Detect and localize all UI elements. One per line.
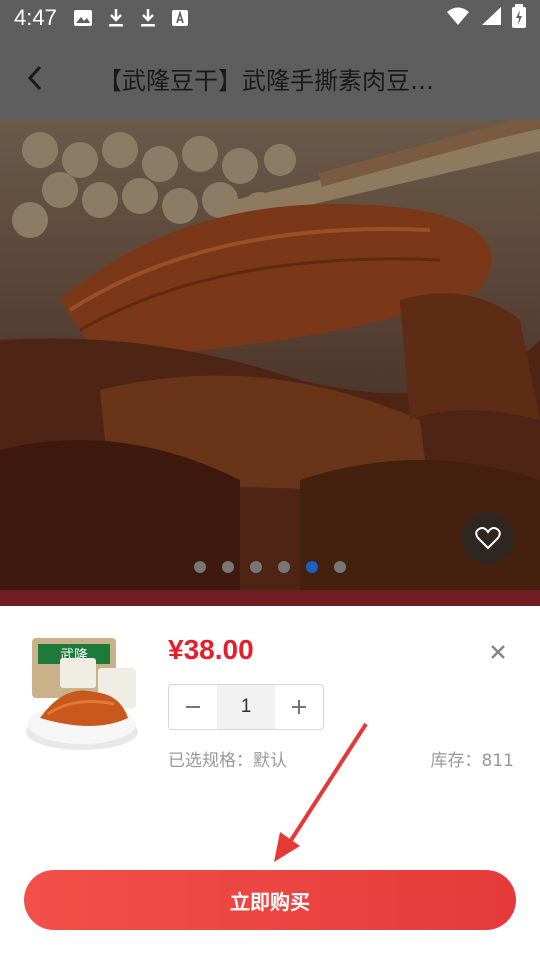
battery-icon xyxy=(512,4,526,32)
carousel-dot-active[interactable] xyxy=(306,561,318,573)
status-time: 4:47 xyxy=(14,5,57,30)
decrease-button[interactable] xyxy=(169,685,217,729)
stock-text: 库存：811 xyxy=(430,751,514,771)
heart-icon xyxy=(475,527,501,550)
price-label: ¥38.00 xyxy=(168,634,254,665)
top-bar: 【武隆豆干】武隆手撕素肉豆… xyxy=(0,36,540,120)
favorite-button[interactable] xyxy=(462,512,514,564)
product-photo xyxy=(0,120,540,590)
wifi-icon xyxy=(446,6,470,30)
download-icon xyxy=(139,8,157,28)
carousel-dot[interactable] xyxy=(222,561,234,573)
annotation-arrow xyxy=(274,722,368,862)
carousel-dot[interactable] xyxy=(250,561,262,573)
product-thumbnail: 武隆 xyxy=(24,634,142,752)
download-icon xyxy=(107,8,125,28)
close-icon xyxy=(491,645,505,659)
carousel-dot[interactable] xyxy=(334,561,346,573)
product-image-carousel[interactable] xyxy=(0,120,540,590)
signal-icon xyxy=(480,6,502,30)
image-notification-icon xyxy=(73,9,93,27)
chevron-left-icon xyxy=(27,65,42,91)
page-title: 【武隆豆干】武隆手撕素肉豆… xyxy=(98,66,434,95)
carousel-dot[interactable] xyxy=(194,561,206,573)
status-bar: 4:47 xyxy=(0,0,540,36)
keyboard-app-icon xyxy=(171,9,189,27)
carousel-dot[interactable] xyxy=(278,561,290,573)
carousel-indicator xyxy=(194,561,346,573)
buy-now-button[interactable]: 立即购买 xyxy=(24,870,516,930)
back-button[interactable] xyxy=(0,36,70,120)
minus-icon xyxy=(186,706,200,708)
divider-strip xyxy=(0,590,540,606)
plus-icon xyxy=(292,700,306,714)
close-button[interactable] xyxy=(486,640,510,664)
